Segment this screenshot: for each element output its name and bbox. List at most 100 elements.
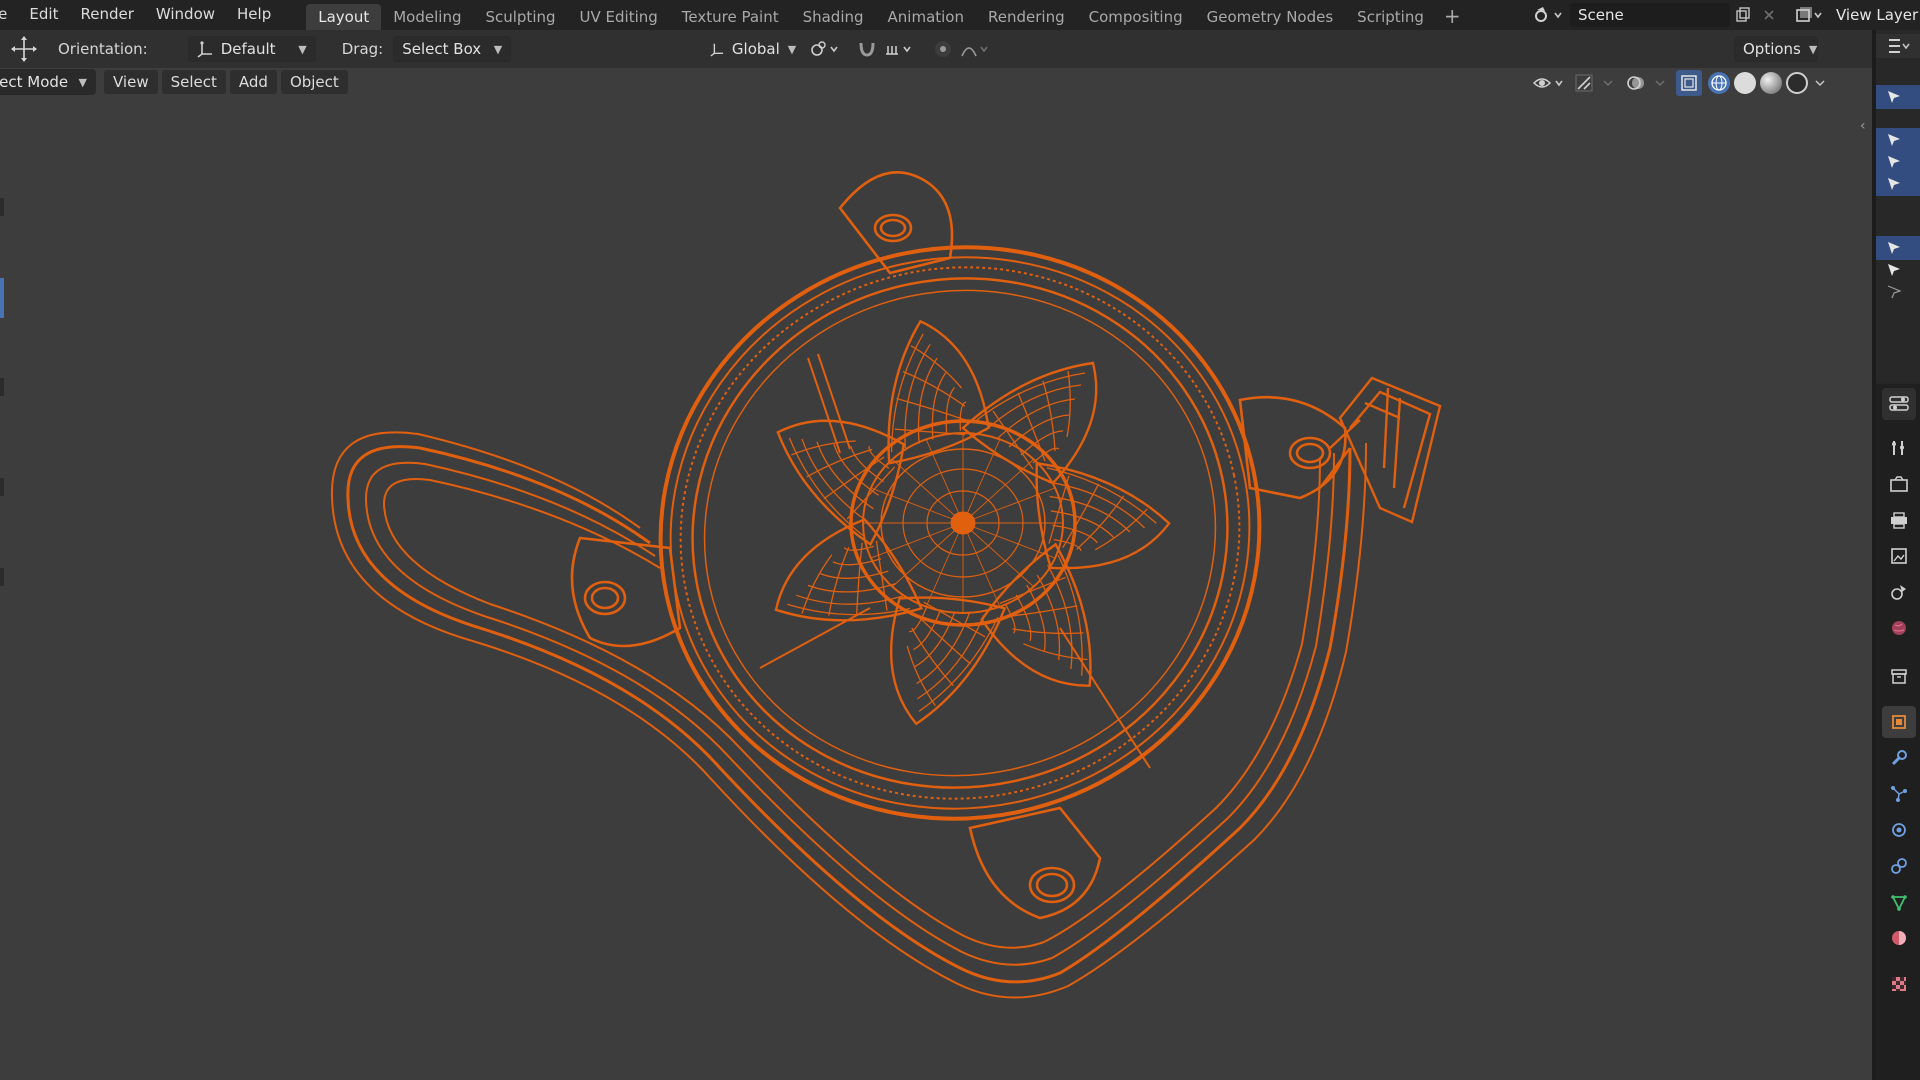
scene-browse-button[interactable] <box>1530 3 1566 27</box>
snap-toggle[interactable] <box>853 36 881 62</box>
outliner-row[interactable] <box>1876 258 1920 282</box>
tab-object-properties[interactable] <box>1882 706 1916 738</box>
mesh-data-icon <box>1891 895 1907 911</box>
orientation-axes-icon <box>710 43 724 57</box>
proportional-edit-icon <box>935 41 952 57</box>
tab-particle-properties[interactable] <box>1882 778 1916 810</box>
copy-scene-button[interactable] <box>1730 3 1756 27</box>
toolbar-tool-active[interactable] <box>0 278 4 318</box>
outliner-row[interactable] <box>1876 128 1920 152</box>
gizmo-toggle[interactable] <box>1570 70 1598 96</box>
select-arrow-icon <box>1888 242 1900 254</box>
constraint-link-icon <box>1891 858 1907 874</box>
scene-name-field[interactable]: Scene <box>1570 3 1730 27</box>
outliner-row[interactable] <box>1876 85 1920 109</box>
tab-geometry-nodes[interactable]: Geometry Nodes <box>1195 4 1346 30</box>
interaction-mode-dropdown[interactable]: ject Mode ▼ <box>0 69 96 95</box>
chevron-down-icon <box>1655 80 1665 87</box>
select-arrow-icon <box>1888 91 1900 103</box>
checker-texture-icon <box>1892 977 1906 991</box>
outliner-header[interactable] <box>1876 34 1920 58</box>
tab-render-properties[interactable] <box>1882 468 1916 500</box>
solid-shading-button[interactable] <box>1734 72 1756 94</box>
tab-sculpting[interactable]: Sculpting <box>473 4 567 30</box>
tab-output-properties[interactable] <box>1882 504 1916 536</box>
tab-modifier-properties[interactable] <box>1882 742 1916 774</box>
proportional-edit-toggle[interactable] <box>929 36 957 62</box>
close-icon <box>1764 10 1774 20</box>
chevron-down-icon <box>1815 80 1825 87</box>
viewport-menu-select[interactable]: Select <box>161 70 226 94</box>
tab-animation[interactable]: Animation <box>876 4 976 30</box>
tool-settings-header: Orientation: Default ▼ Drag: Select Box … <box>0 30 1876 68</box>
scene-icon <box>1891 585 1906 600</box>
viewport-menu-view[interactable]: View <box>104 70 158 94</box>
tab-rendering[interactable]: Rendering <box>976 4 1077 30</box>
tab-collection-properties[interactable] <box>1882 660 1916 692</box>
top-menu-bar: le Edit Render Window Help Layout Modeli… <box>0 0 1920 30</box>
outliner-row[interactable] <box>1876 172 1920 196</box>
tab-scene-properties[interactable] <box>1882 576 1916 608</box>
proportional-falloff-button[interactable] <box>957 36 997 62</box>
tab-data-properties[interactable] <box>1882 886 1916 918</box>
tab-compositing[interactable]: Compositing <box>1077 4 1195 30</box>
active-tool-button[interactable] <box>8 36 40 62</box>
tab-texture-paint[interactable]: Texture Paint <box>670 4 791 30</box>
orientation-dropdown[interactable]: Default ▼ <box>187 36 316 62</box>
overlay-icon <box>1627 76 1644 90</box>
tab-constraint-properties[interactable] <box>1882 850 1916 882</box>
tab-material-properties[interactable] <box>1882 922 1916 954</box>
wireframe-shading-button[interactable] <box>1708 72 1730 94</box>
toolbar-tool[interactable] <box>0 198 4 216</box>
menu-file[interactable]: le <box>0 0 18 30</box>
drag-value: Select Box <box>402 40 482 58</box>
sidebar-collapse-arrow-icon[interactable]: ‹ <box>1860 118 1866 134</box>
outliner-row[interactable] <box>1876 150 1920 174</box>
tab-texture-properties[interactable] <box>1882 968 1916 1000</box>
outliner-row[interactable] <box>1876 280 1920 304</box>
viewport-menu-add[interactable]: Add <box>229 70 277 94</box>
menu-window[interactable]: Window <box>145 0 226 30</box>
physics-orbit-icon <box>1892 823 1906 837</box>
xray-toggle[interactable] <box>1676 70 1702 96</box>
toolbar-tool[interactable] <box>0 568 4 586</box>
tab-layout[interactable]: Layout <box>306 4 382 30</box>
menu-help[interactable]: Help <box>226 0 282 30</box>
snap-target-button[interactable] <box>881 36 921 62</box>
view-layer-browse-button[interactable] <box>1792 3 1828 27</box>
rendered-shading-button[interactable] <box>1786 72 1808 94</box>
select-arrow-icon <box>1888 156 1900 168</box>
tab-tool-properties[interactable] <box>1882 432 1916 464</box>
view-layer-name[interactable]: View Layer <box>1836 6 1918 24</box>
visibility-button[interactable] <box>1530 70 1570 96</box>
toolbar-tool[interactable] <box>0 478 4 496</box>
drag-dropdown[interactable]: Select Box ▼ <box>393 36 512 62</box>
gizmo-dropdown[interactable] <box>1598 70 1618 96</box>
tab-world-properties[interactable] <box>1882 612 1916 644</box>
tab-view-layer-properties[interactable] <box>1882 540 1916 572</box>
tab-modeling[interactable]: Modeling <box>381 4 473 30</box>
overlay-toggle[interactable] <box>1622 70 1650 96</box>
chevron-down-icon: ▼ <box>298 42 307 56</box>
transform-orientation-dropdown[interactable]: Global ▼ <box>701 36 806 62</box>
remove-scene-button[interactable] <box>1756 3 1782 27</box>
menu-render[interactable]: Render <box>69 0 144 30</box>
3d-viewport[interactable]: ‹ <box>0 68 1876 1080</box>
toolbar-tool[interactable] <box>0 378 4 396</box>
overlay-dropdown[interactable] <box>1650 70 1670 96</box>
pivot-point-button[interactable] <box>805 36 847 62</box>
tab-scripting[interactable]: Scripting <box>1345 4 1436 30</box>
add-workspace-button[interactable]: + <box>1436 4 1469 28</box>
material-shading-button[interactable] <box>1760 72 1782 94</box>
tab-uv-editing[interactable]: UV Editing <box>568 4 670 30</box>
tab-physics-properties[interactable] <box>1882 814 1916 846</box>
properties-header[interactable] <box>1882 388 1916 420</box>
outliner-row[interactable] <box>1876 236 1920 260</box>
menu-edit[interactable]: Edit <box>18 0 69 30</box>
shading-dropdown[interactable] <box>1810 70 1830 96</box>
wireframe-fan-model[interactable] <box>0 68 1876 1080</box>
tab-shading[interactable]: Shading <box>791 4 876 30</box>
viewport-menu-object[interactable]: Object <box>280 70 348 94</box>
options-dropdown[interactable]: Options ▼ <box>1734 36 1818 62</box>
chevron-down-icon: ▼ <box>78 75 87 89</box>
